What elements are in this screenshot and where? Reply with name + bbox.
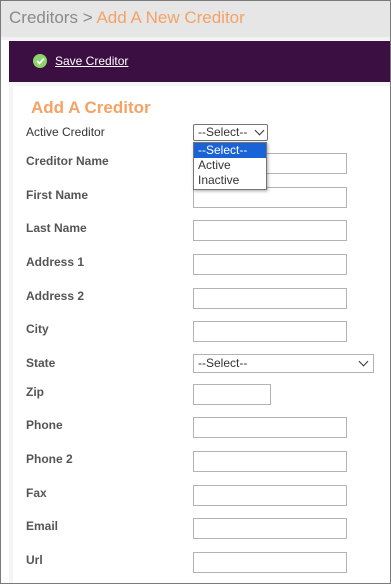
form-title: Add A Creditor: [31, 98, 151, 117]
state-select[interactable]: --Select--: [193, 354, 374, 373]
phone-2-field[interactable]: [193, 451, 347, 472]
page-header: Creditors > Add A New Creditor: [1, 1, 390, 37]
toolbar: Save Creditor: [9, 41, 390, 82]
checkmark-glyph: [35, 57, 45, 65]
email-field[interactable]: [193, 518, 347, 539]
state-selected: --Select--: [198, 356, 248, 370]
dropdown-option-active[interactable]: Active: [194, 158, 266, 173]
first-name-field[interactable]: [193, 187, 347, 208]
phone-field[interactable]: [193, 417, 347, 438]
state-label: State: [26, 356, 56, 370]
address-1-field[interactable]: [193, 254, 347, 275]
phone-2-label: Phone 2: [26, 452, 73, 466]
zip-label: Zip: [26, 385, 44, 399]
breadcrumb-root-link[interactable]: Creditors: [9, 8, 78, 27]
address-1-label: Address 1: [26, 255, 85, 269]
dropdown-option-inactive[interactable]: Inactive: [194, 173, 266, 188]
active-creditor-dropdown: --Select-- Active Inactive: [193, 142, 267, 190]
address-2-label: Address 2: [26, 289, 85, 303]
email-label: Email: [26, 519, 59, 533]
first-name-label: First Name: [26, 188, 89, 202]
city-label: City: [26, 322, 49, 336]
address-2-field[interactable]: [193, 288, 347, 309]
fax-field[interactable]: [193, 485, 347, 506]
breadcrumb-current: Add A New Creditor: [96, 8, 245, 27]
window-frame: Creditors > Add A New Creditor Save Cred…: [0, 0, 391, 584]
last-name-label: Last Name: [26, 221, 87, 235]
save-creditor-label: Save Creditor: [55, 54, 129, 68]
creditor-name-label: Creditor Name: [26, 154, 109, 168]
chevron-down-icon: [358, 356, 369, 367]
check-circle-icon: [33, 54, 47, 68]
zip-field[interactable]: [193, 384, 271, 405]
url-field[interactable]: [193, 552, 347, 573]
active-creditor-label: Active Creditor: [26, 125, 105, 139]
breadcrumb: Creditors > Add A New Creditor: [9, 7, 245, 29]
breadcrumb-separator: >: [82, 8, 93, 27]
save-creditor-button[interactable]: Save Creditor: [33, 52, 128, 70]
active-creditor-select[interactable]: --Select--: [193, 124, 268, 141]
phone-label: Phone: [26, 418, 63, 432]
dropdown-option-select[interactable]: --Select--: [194, 143, 266, 158]
active-creditor-selected: --Select--: [198, 125, 248, 139]
chevron-down-icon: [254, 125, 265, 136]
city-field[interactable]: [193, 321, 347, 342]
url-label: Url: [26, 553, 43, 567]
last-name-field[interactable]: [193, 220, 347, 241]
fax-label: Fax: [26, 486, 47, 500]
